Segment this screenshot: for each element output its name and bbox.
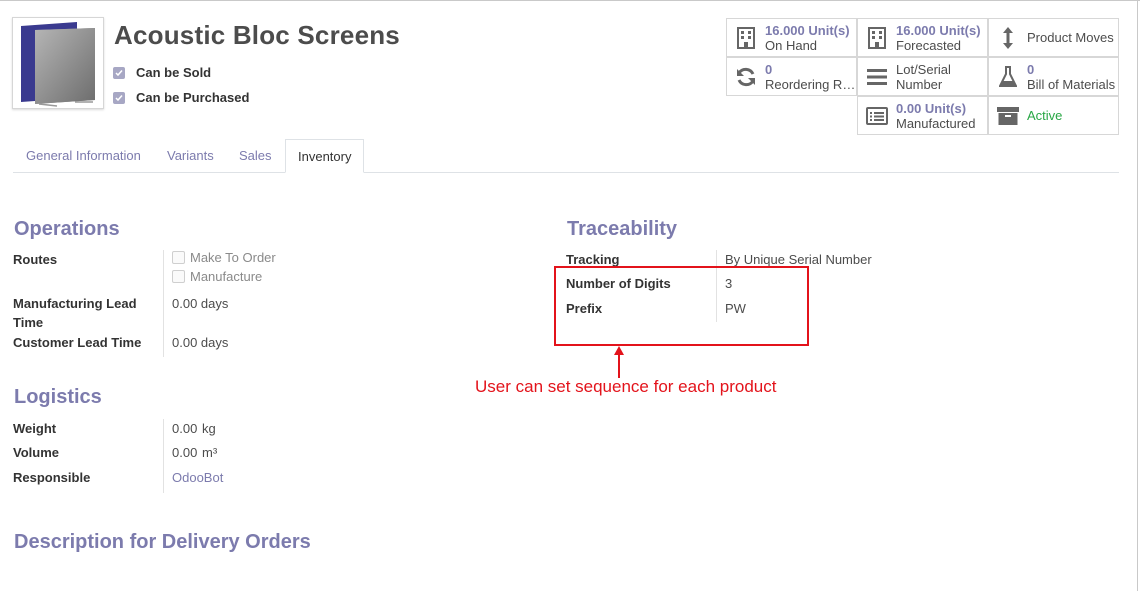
active-label: Active bbox=[1027, 108, 1063, 123]
can-be-sold-row[interactable]: Can be Sold bbox=[113, 65, 211, 80]
building-icon bbox=[866, 26, 888, 49]
lot-serial-label: Lot/Serial bbox=[896, 61, 951, 77]
can-be-sold-label: Can be Sold bbox=[136, 65, 212, 80]
responsible-label: Responsible bbox=[13, 470, 91, 485]
description-delivery-title: Description for Delivery Orders bbox=[14, 531, 311, 553]
product-moves-button[interactable]: Product Moves bbox=[988, 18, 1119, 57]
route-make-to-order[interactable]: Make To Order bbox=[172, 250, 276, 265]
on-hand-label: On Hand bbox=[765, 37, 818, 53]
checkbox-checked-icon[interactable] bbox=[113, 66, 125, 79]
reordering-label: Reordering R… bbox=[765, 76, 856, 92]
tab-inventory[interactable]: Inventory bbox=[285, 139, 365, 173]
acoustic-screen-illustration bbox=[21, 22, 95, 107]
right-border bbox=[1137, 0, 1138, 591]
route-label: Manufacture bbox=[190, 269, 263, 284]
mfg-lead-label-cont: Time bbox=[13, 315, 44, 330]
checkbox-icon[interactable] bbox=[172, 251, 185, 264]
mfg-lead-value[interactable]: 0.00 days bbox=[172, 294, 228, 313]
flask-icon bbox=[997, 65, 1019, 88]
operations-separator bbox=[163, 250, 164, 357]
customer-lead-value[interactable]: 0.00 days bbox=[172, 333, 228, 352]
refresh-icon bbox=[735, 66, 757, 88]
building-icon bbox=[735, 26, 757, 49]
customer-lead-label: Customer Lead Time bbox=[13, 335, 142, 350]
list-icon bbox=[866, 66, 888, 88]
weight-unit: kg bbox=[202, 421, 216, 436]
forecasted-value: 16.000 Unit(s) bbox=[896, 22, 981, 38]
reordering-value: 0 bbox=[765, 61, 773, 77]
bill-of-materials-button[interactable]: 0 Bill of Materials bbox=[988, 57, 1119, 96]
annotation-text: User can set sequence for each product bbox=[475, 377, 777, 396]
manufactured-value: 0.00 Unit(s) bbox=[896, 100, 967, 116]
notebook-tabs: General Information Variants Sales Inven… bbox=[13, 139, 1119, 173]
tab-general-information[interactable]: General Information bbox=[14, 139, 153, 173]
logistics-title: Logistics bbox=[14, 386, 102, 408]
weight-value[interactable]: 0.00 bbox=[172, 419, 197, 438]
reordering-rules-button[interactable]: 0 Reordering R… bbox=[726, 57, 857, 96]
traceability-title: Traceability bbox=[567, 218, 678, 240]
operations-title: Operations bbox=[14, 218, 120, 240]
manufactured-label: Manufactured bbox=[896, 115, 976, 131]
annotation-arrow-icon bbox=[614, 346, 624, 378]
can-be-purchased-label: Can be Purchased bbox=[136, 90, 250, 105]
weight-label: Weight bbox=[13, 421, 57, 436]
route-label: Make To Order bbox=[190, 250, 276, 265]
product-name[interactable]: Acoustic Bloc Screens bbox=[114, 20, 400, 51]
route-manufacture[interactable]: Manufacture bbox=[172, 269, 262, 284]
routes-label: Routes bbox=[13, 252, 58, 267]
lot-serial-label-2: Number bbox=[896, 76, 943, 92]
logistics-separator bbox=[163, 419, 164, 493]
bom-label: Bill of Materials bbox=[1027, 76, 1116, 92]
forecasted-label: Forecasted bbox=[896, 37, 962, 53]
product-image[interactable] bbox=[12, 17, 104, 109]
list-alt-icon bbox=[866, 105, 888, 127]
product-moves-label: Product Moves bbox=[1027, 30, 1114, 45]
on-hand-value: 16.000 Unit(s) bbox=[765, 22, 850, 38]
bom-value: 0 bbox=[1027, 61, 1035, 77]
volume-value[interactable]: 0.00 bbox=[172, 443, 197, 462]
can-be-purchased-row[interactable]: Can be Purchased bbox=[113, 90, 249, 105]
tab-sales[interactable]: Sales bbox=[227, 139, 284, 173]
checkbox-checked-icon[interactable] bbox=[113, 91, 125, 104]
responsible-link[interactable]: OdooBot bbox=[172, 468, 223, 487]
active-toggle-button[interactable]: Active bbox=[988, 96, 1119, 135]
lot-serial-button[interactable]: Lot/Serial Number bbox=[857, 57, 988, 96]
mfg-lead-label: Manufacturing Lead bbox=[13, 296, 137, 311]
on-hand-button[interactable]: 16.000 Unit(s) On Hand bbox=[726, 18, 857, 57]
forecasted-button[interactable]: 16.000 Unit(s) Forecasted bbox=[857, 18, 988, 57]
archive-icon bbox=[997, 105, 1019, 127]
tab-variants[interactable]: Variants bbox=[155, 139, 226, 173]
checkbox-icon[interactable] bbox=[172, 270, 185, 283]
volume-unit: m³ bbox=[202, 445, 218, 460]
volume-label: Volume bbox=[13, 445, 59, 460]
top-border bbox=[0, 0, 1140, 1]
manufactured-button[interactable]: 0.00 Unit(s) Manufactured bbox=[857, 96, 988, 135]
up-down-arrow-icon bbox=[997, 26, 1019, 49]
annotation-highlight-box bbox=[554, 266, 809, 346]
